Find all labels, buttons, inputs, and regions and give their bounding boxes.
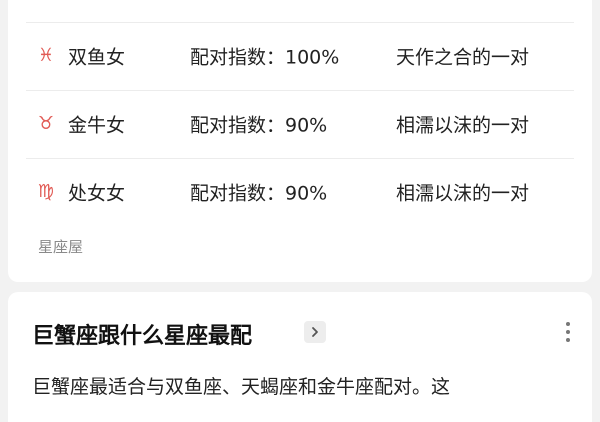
pisces-icon: ♓ (37, 45, 55, 66)
match-score: 配对指数：100% (190, 46, 340, 69)
result-title[interactable]: 巨蟹座跟什么星座最配 (32, 318, 252, 350)
taurus-icon: ♉ (37, 113, 55, 134)
virgo-icon: ♍ (37, 181, 55, 202)
source-label: 星座屋 (38, 238, 84, 256)
match-description: 相濡以沫的一对 (396, 182, 530, 205)
match-row-virgo[interactable]: ♍ 处女女 配对指数：90% 相濡以沫的一对 (26, 158, 574, 225)
match-name: 金牛女 (68, 114, 126, 137)
match-row-taurus[interactable]: ♉ 金牛女 配对指数：90% 相濡以沫的一对 (26, 90, 574, 157)
match-description: 相濡以沫的一对 (396, 114, 530, 137)
result-excerpt: 巨蟹座最适合与双鱼座、天蝎座和金牛座配对。这 (32, 376, 451, 398)
match-row-pisces[interactable]: ♓ 双鱼女 配对指数：100% 天作之合的一对 (26, 22, 574, 89)
match-name: 双鱼女 (68, 46, 126, 69)
match-score: 配对指数：90% (190, 182, 328, 205)
match-score: 配对指数：90% (190, 114, 328, 137)
match-description: 天作之合的一对 (396, 46, 530, 69)
match-card: ♓ 双鱼女 配对指数：100% 天作之合的一对 ♉ 金牛女 配对指数：90% 相… (8, 0, 592, 282)
search-result-card[interactable]: 巨蟹座跟什么星座最配 巨蟹座最适合与双鱼座、天蝎座和金牛座配对。这 (8, 292, 592, 422)
more-options-icon[interactable] (562, 322, 574, 346)
match-name: 处女女 (68, 182, 126, 205)
chevron-right-icon[interactable] (304, 321, 326, 343)
